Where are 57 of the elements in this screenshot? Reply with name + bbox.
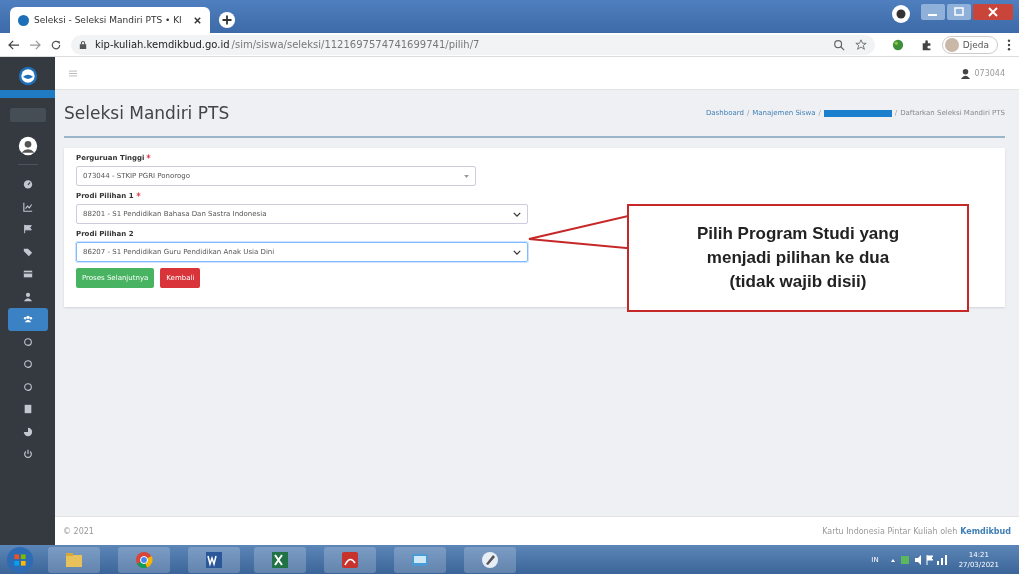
- chrome-icon: [134, 549, 154, 570]
- forward-icon[interactable]: [29, 39, 41, 50]
- excel-icon: [270, 549, 290, 570]
- start-button[interactable]: [6, 545, 34, 574]
- pdf-icon: [340, 549, 360, 570]
- avatar-icon: [17, 136, 38, 165]
- excel-app-button[interactable]: [254, 546, 306, 573]
- chevron-icon: [513, 249, 521, 255]
- callout-text: Pilih Program Studi yang: [696, 224, 900, 244]
- star-icon[interactable]: [854, 38, 867, 51]
- puzzle-icon[interactable]: [920, 38, 933, 51]
- book-icon: [22, 404, 33, 415]
- circle-icon: [22, 381, 33, 392]
- brand-strip: [0, 90, 55, 98]
- footer-link[interactable]: Kemdikbud: [960, 526, 1011, 536]
- logo-icon: [17, 66, 38, 86]
- profile-icon[interactable]: [891, 3, 911, 24]
- circle-icon: [22, 359, 33, 370]
- user-id[interactable]: 073044: [974, 68, 1005, 78]
- pen-icon: [480, 549, 500, 570]
- menu-icon[interactable]: [1007, 38, 1011, 51]
- word-app-button[interactable]: [188, 546, 240, 573]
- lock-icon: [79, 39, 87, 50]
- callout-text: menjadi pilihan ke dua: [706, 248, 890, 268]
- circle-icon: [22, 336, 33, 347]
- tag-icon: [22, 246, 33, 257]
- pen-app-button[interactable]: [464, 546, 516, 573]
- minimize-icon[interactable]: [921, 4, 945, 20]
- screen-app-button[interactable]: [394, 546, 446, 573]
- card-icon: [22, 269, 33, 280]
- footer-credit: Kartu Indonesia Pintar Kuliah oleh: [822, 526, 958, 536]
- chevron-icon: [513, 211, 521, 217]
- copyright-text: © 2021: [63, 526, 94, 536]
- sidebar-item[interactable]: [7, 308, 48, 331]
- power-icon: [22, 449, 33, 460]
- users-icon: [22, 314, 33, 325]
- pie-icon: [22, 426, 33, 437]
- zoom-icon[interactable]: [832, 38, 845, 51]
- caret-icon: [464, 174, 469, 178]
- tray-icons-drawing[interactable]: [888, 553, 949, 566]
- close-icon[interactable]: [193, 15, 202, 25]
- word-icon: [204, 549, 224, 570]
- site-icon: [18, 14, 29, 26]
- page-title: Seleksi Mandiri PTS: [64, 103, 231, 123]
- new-tab-icon[interactable]: [218, 11, 236, 29]
- user-icon: [22, 291, 33, 302]
- user-icon: [960, 67, 972, 79]
- address-field[interactable]: kip-kuliah.kemdikbud.go.id /sim/siswa/seleksi/1121697574741699741/pilih/7: [71, 34, 875, 55]
- callout-text: (tidak wajib disii): [729, 272, 867, 292]
- back-icon[interactable]: [8, 39, 20, 50]
- redaction-bar: [823, 109, 892, 117]
- flag-icon: [22, 224, 33, 235]
- globe-icon[interactable]: [891, 38, 904, 51]
- gauge-icon: [22, 179, 33, 190]
- browser-tab[interactable]: Seleksi - Seleksi Mandiri PTS • KI: [10, 7, 210, 33]
- reload-icon[interactable]: [50, 38, 62, 51]
- chart-icon: [22, 201, 33, 212]
